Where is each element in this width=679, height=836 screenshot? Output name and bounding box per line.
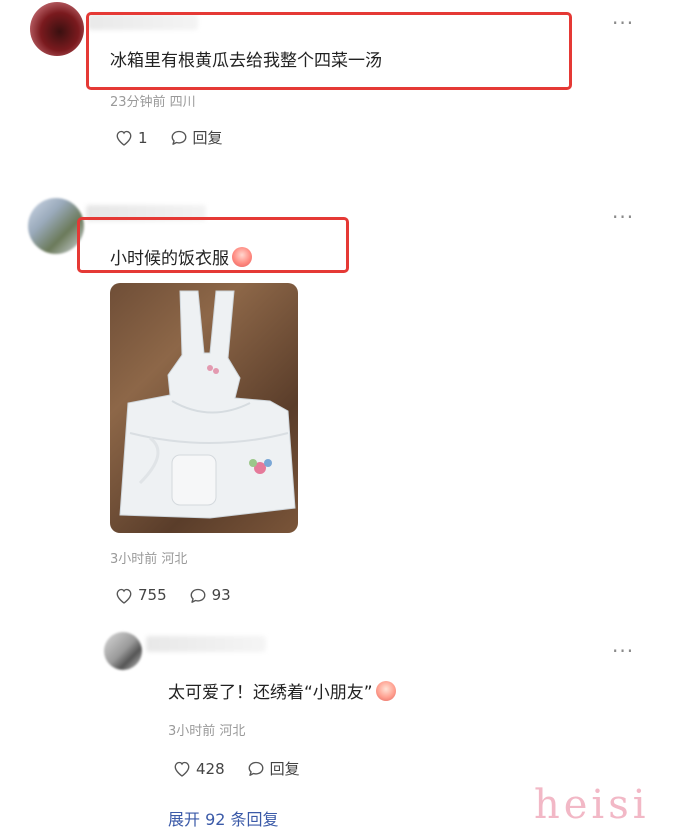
- username[interactable]: [146, 636, 266, 652]
- watermark: heisi: [534, 782, 650, 828]
- comment-text: 小时候的饭衣服: [110, 249, 229, 269]
- like-count: 428: [196, 759, 225, 778]
- like-count: 1: [138, 128, 148, 147]
- reply-button[interactable]: 回复: [170, 127, 223, 148]
- reply-actions: 428 回复: [173, 758, 322, 779]
- comment-actions: 755 93: [115, 586, 253, 604]
- reply-label: 回复: [192, 129, 223, 147]
- comment-meta: 3小时前 河北: [110, 552, 188, 567]
- smiling-emoji-icon: [375, 681, 396, 701]
- like-button[interactable]: 1: [115, 129, 148, 147]
- comment-actions: 1 回复: [115, 127, 245, 148]
- comment-meta: 23分钟前 四川: [110, 95, 196, 110]
- more-icon[interactable]: ···: [612, 13, 634, 33]
- heart-icon: [115, 587, 133, 604]
- reply-button[interactable]: 回复: [247, 758, 300, 779]
- apron-photo[interactable]: [110, 283, 298, 533]
- avatar[interactable]: [30, 2, 84, 56]
- heart-icon: [115, 129, 133, 146]
- reply-button[interactable]: 93: [189, 586, 231, 604]
- reply-text: 太可爱了！还绣着“小朋友”: [168, 683, 373, 703]
- reply-count: 93: [211, 586, 231, 604]
- reply-label: 回复: [269, 760, 300, 778]
- comment-text: 冰箱里有根黄瓜去给我整个四菜一汤: [110, 51, 382, 71]
- heart-icon: [173, 760, 191, 777]
- avatar[interactable]: [104, 632, 142, 670]
- apron-image: [119, 290, 296, 519]
- laughing-emoji-icon: [232, 247, 252, 267]
- comment-text-row: 小时候的饭衣服: [110, 244, 252, 269]
- more-icon[interactable]: ···: [612, 207, 634, 227]
- reply-meta: 3小时前 河北: [168, 724, 246, 739]
- comment-bubble-icon: [247, 760, 265, 777]
- comment-bubble-icon: [170, 129, 188, 146]
- reply-text-row: 太可爱了！还绣着“小朋友”: [168, 678, 396, 703]
- expand-replies-link[interactable]: 展开 92 条回复: [168, 806, 279, 830]
- comment-bubble-icon: [189, 587, 207, 604]
- like-count: 755: [138, 586, 167, 604]
- more-icon[interactable]: ···: [612, 641, 634, 661]
- like-button[interactable]: 755: [115, 586, 167, 604]
- like-button[interactable]: 428: [173, 760, 225, 778]
- avatar[interactable]: [28, 198, 84, 254]
